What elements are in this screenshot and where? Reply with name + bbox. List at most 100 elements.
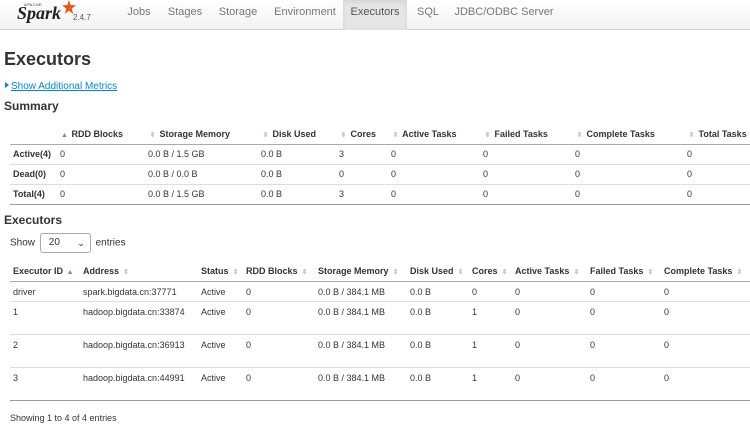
summary-row-label: Total(4) xyxy=(10,183,57,204)
table-cell: 0 xyxy=(243,300,315,334)
table-cell: 0 xyxy=(512,366,587,400)
summary-cell: 3 xyxy=(336,183,388,204)
col-storage-memory[interactable]: Storage Memory ⬍ xyxy=(315,261,407,282)
table-cell: 0 xyxy=(243,366,315,400)
summary-row-active: Active(4) 0 0.0 B / 1.5 GB 0.0 B 3 0 0 0… xyxy=(10,143,750,164)
tab-jobs[interactable]: Jobs xyxy=(118,0,160,30)
summary-col-storage-memory[interactable]: ⬍ Storage Memory xyxy=(145,124,258,145)
summary-cell: 0.0 B / 1.5 GB xyxy=(145,143,258,164)
summary-cell: 0 xyxy=(572,143,684,164)
expand-arrow-icon xyxy=(5,82,9,88)
sort-icon: ⬍ xyxy=(301,268,308,276)
table-cell: 0 xyxy=(661,366,750,400)
table-cell: 0.0 B / 384.1 MB xyxy=(315,333,407,367)
page-title: Executors xyxy=(4,49,92,69)
table-cell: 0.0 B / 384.1 MB xyxy=(315,366,407,400)
summary-cell: 0.0 B xyxy=(258,143,336,164)
summary-cell: 3 xyxy=(336,143,388,164)
tab-jdbc-odbc-server[interactable]: JDBC/ODBC Server xyxy=(448,0,560,30)
table-cell: 0 xyxy=(661,333,750,367)
summary-heading: Summary xyxy=(4,99,59,113)
summary-row-label: Active(4) xyxy=(10,143,57,164)
tab-sql[interactable]: SQL xyxy=(408,0,448,30)
table-cell: 1 xyxy=(469,333,512,367)
spark-star-icon xyxy=(62,0,76,14)
col-disk-used[interactable]: Disk Used ⬍ xyxy=(407,261,469,282)
summary-col-failed-tasks[interactable]: ⬍ Failed Tasks xyxy=(480,124,572,145)
top-navbar: APACHE Spark 2.4.7 Jobs Stages Storage E… xyxy=(0,0,750,30)
col-complete-tasks[interactable]: Complete Tasks ⬍ xyxy=(661,261,750,282)
executors-table: Executor ID ▲ Address ⬍ Status ⬍ RDD Blo… xyxy=(10,261,750,401)
spark-logo[interactable]: APACHE Spark 2.4.7 xyxy=(16,0,96,30)
summary-cell: 0 xyxy=(480,143,572,164)
table-row: driver spark.bigdata.cn:37771 Active 0 0… xyxy=(10,280,750,301)
summary-cell: 0.0 B / 1.5 GB xyxy=(145,183,258,204)
address-cell: hadoop.bigdata.cn:36913 xyxy=(80,333,198,367)
sort-icon: ⬍ xyxy=(736,268,743,276)
summary-cell: 0 xyxy=(572,163,684,184)
summary-cell: 0 xyxy=(572,183,684,204)
col-executor-id[interactable]: Executor ID ▲ xyxy=(10,261,80,282)
table-cell: 0 xyxy=(512,280,587,301)
entries-length-control: Show 20 ⌄ entries xyxy=(10,233,126,253)
summary-cell: 0 xyxy=(684,183,750,204)
tab-executors[interactable]: Executors xyxy=(343,0,407,30)
summary-col-active-tasks[interactable]: ⬍ Active Tasks xyxy=(388,124,480,145)
table-cell: 0.0 B / 384.1 MB xyxy=(315,280,407,301)
sort-icon: ⬍ xyxy=(123,268,129,276)
table-cell: 1 xyxy=(469,366,512,400)
summary-cell: 0 xyxy=(388,143,480,164)
summary-cell: 0 xyxy=(684,163,750,184)
entries-select[interactable]: 20 ⌄ xyxy=(39,233,91,253)
tab-environment[interactable]: Environment xyxy=(267,0,343,30)
tab-storage[interactable]: Storage xyxy=(210,0,266,30)
col-cores[interactable]: Cores ⬍ xyxy=(469,261,512,282)
table-cell: 0.0 B xyxy=(407,366,469,400)
summary-header-row: ▲ RDD Blocks ⬍ Storage Memory ⬍ Disk Use… xyxy=(10,124,750,145)
table-cell: 0.0 B xyxy=(407,280,469,301)
summary-col-cores[interactable]: ⬍ Cores xyxy=(336,124,388,145)
show-additional-metrics-link[interactable]: Show Additional Metrics xyxy=(5,81,117,92)
tab-stages[interactable]: Stages xyxy=(161,0,209,30)
table-cell: 0 xyxy=(587,300,661,334)
col-active-tasks[interactable]: Active Tasks ⬍ xyxy=(512,261,587,282)
table-cell: 0 xyxy=(243,280,315,301)
col-failed-tasks[interactable]: Failed Tasks ⬍ xyxy=(587,261,661,282)
show-label: Show xyxy=(10,237,36,249)
entries-label: entries xyxy=(95,237,126,249)
table-cell: 0 xyxy=(243,333,315,367)
table-cell: 0 xyxy=(661,280,750,301)
summary-cell: 0.0 B / 0.0 B xyxy=(145,163,258,184)
table-row: 2 hadoop.bigdata.cn:36913 Active 0 0.0 B… xyxy=(10,333,750,367)
col-status[interactable]: Status ⬍ xyxy=(198,261,243,282)
sort-icon: ⬍ xyxy=(688,131,695,139)
summary-col-rdd-blocks[interactable]: ▲ RDD Blocks xyxy=(57,124,145,145)
summary-col-complete-tasks[interactable]: ⬍ Complete Tasks xyxy=(572,124,684,145)
sort-icon: ⬍ xyxy=(262,131,269,139)
status-cell: Active xyxy=(198,333,243,367)
sort-icon: ⬍ xyxy=(392,131,399,139)
address-cell: hadoop.bigdata.cn:44991 xyxy=(80,366,198,400)
table-cell: 0 xyxy=(587,366,661,400)
table-cell: 0 xyxy=(469,280,512,301)
address-cell: spark.bigdata.cn:37771 xyxy=(80,280,198,301)
summary-cell: 0 xyxy=(57,163,145,184)
executor-id-cell: 2 xyxy=(10,333,80,367)
table-cell: 1 xyxy=(469,300,512,334)
sort-icon: ⬍ xyxy=(149,131,156,139)
table-row: 3 hadoop.bigdata.cn:44991 Active 0 0.0 B… xyxy=(10,366,750,400)
col-address[interactable]: Address ⬍ xyxy=(80,261,198,282)
executor-id-cell: 1 xyxy=(10,300,80,334)
show-metrics-label: Show Additional Metrics xyxy=(11,81,118,92)
summary-col-total-tasks[interactable]: ⬍ Total Tasks xyxy=(684,124,750,145)
sort-icon: ⬍ xyxy=(484,131,491,139)
executor-id-cell: driver xyxy=(10,280,80,301)
version-label: 2.4.7 xyxy=(73,13,91,22)
address-cell: hadoop.bigdata.cn:33874 xyxy=(80,300,198,334)
summary-col-disk-used[interactable]: ⬍ Disk Used xyxy=(258,124,336,145)
table-cell: 0 xyxy=(512,333,587,367)
col-rdd-blocks[interactable]: RDD Blocks ⬍ xyxy=(243,261,315,282)
executors-header-row: Executor ID ▲ Address ⬍ Status ⬍ RDD Blo… xyxy=(10,261,750,282)
summary-cell: 0 xyxy=(57,143,145,164)
sort-icon: ⬍ xyxy=(647,268,654,276)
